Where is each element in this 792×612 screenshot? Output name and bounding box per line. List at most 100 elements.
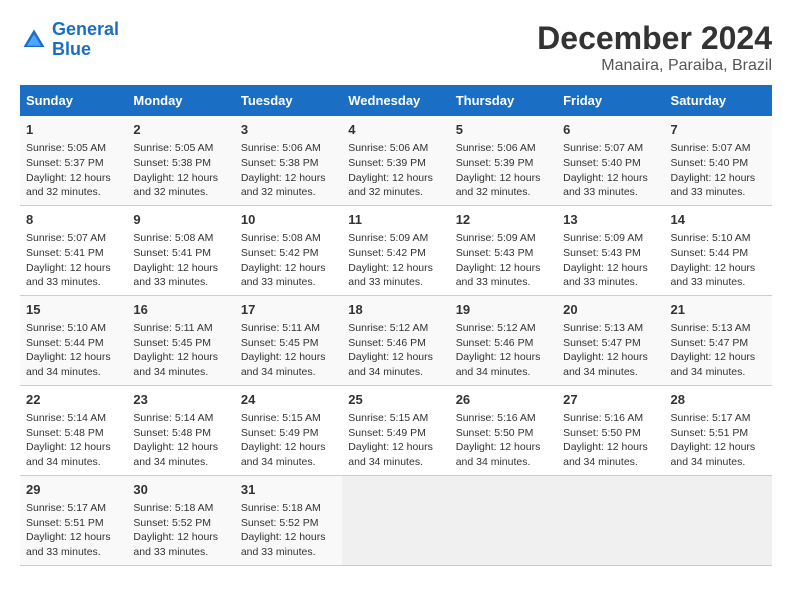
calendar-cell: 9Sunrise: 5:08 AMSunset: 5:41 PMDaylight… bbox=[127, 205, 234, 295]
header-cell-saturday: Saturday bbox=[665, 85, 772, 116]
calendar-cell: 11Sunrise: 5:09 AMSunset: 5:42 PMDayligh… bbox=[342, 205, 449, 295]
sunrise-label: Sunrise: 5:10 AM bbox=[26, 322, 106, 334]
day-number: 16 bbox=[133, 301, 228, 319]
sunrise-label: Sunrise: 5:06 AM bbox=[456, 142, 536, 154]
daylight-label: Daylight: 12 hours and 32 minutes. bbox=[241, 172, 326, 199]
subtitle: Manaira, Paraiba, Brazil bbox=[537, 57, 772, 75]
calendar-cell: 19Sunrise: 5:12 AMSunset: 5:46 PMDayligh… bbox=[450, 295, 557, 385]
sunrise-label: Sunrise: 5:11 AM bbox=[133, 322, 212, 334]
calendar-cell: 1Sunrise: 5:05 AMSunset: 5:37 PMDaylight… bbox=[20, 116, 127, 205]
sunrise-label: Sunrise: 5:09 AM bbox=[348, 232, 428, 244]
header-cell-tuesday: Tuesday bbox=[235, 85, 342, 116]
calendar-cell: 29Sunrise: 5:17 AMSunset: 5:51 PMDayligh… bbox=[20, 475, 127, 565]
day-number: 25 bbox=[348, 391, 443, 409]
daylight-label: Daylight: 12 hours and 34 minutes. bbox=[671, 351, 756, 378]
sunset-label: Sunset: 5:52 PM bbox=[241, 517, 319, 529]
daylight-label: Daylight: 12 hours and 32 minutes. bbox=[456, 172, 541, 199]
daylight-label: Daylight: 12 hours and 34 minutes. bbox=[241, 441, 326, 468]
sunset-label: Sunset: 5:48 PM bbox=[26, 427, 104, 439]
sunset-label: Sunset: 5:43 PM bbox=[563, 247, 641, 259]
calendar-cell bbox=[557, 475, 664, 565]
sunrise-label: Sunrise: 5:05 AM bbox=[26, 142, 106, 154]
daylight-label: Daylight: 12 hours and 34 minutes. bbox=[348, 441, 433, 468]
calendar-cell: 27Sunrise: 5:16 AMSunset: 5:50 PMDayligh… bbox=[557, 385, 664, 475]
day-number: 11 bbox=[348, 211, 443, 229]
sunrise-label: Sunrise: 5:16 AM bbox=[456, 412, 536, 424]
day-number: 10 bbox=[241, 211, 336, 229]
daylight-label: Daylight: 12 hours and 33 minutes. bbox=[563, 262, 648, 289]
calendar-cell: 17Sunrise: 5:11 AMSunset: 5:45 PMDayligh… bbox=[235, 295, 342, 385]
sunset-label: Sunset: 5:41 PM bbox=[133, 247, 211, 259]
calendar-cell: 25Sunrise: 5:15 AMSunset: 5:49 PMDayligh… bbox=[342, 385, 449, 475]
calendar-cell: 30Sunrise: 5:18 AMSunset: 5:52 PMDayligh… bbox=[127, 475, 234, 565]
day-number: 7 bbox=[671, 121, 766, 139]
day-number: 18 bbox=[348, 301, 443, 319]
calendar-cell: 23Sunrise: 5:14 AMSunset: 5:48 PMDayligh… bbox=[127, 385, 234, 475]
sunrise-label: Sunrise: 5:14 AM bbox=[26, 412, 106, 424]
header-cell-friday: Friday bbox=[557, 85, 664, 116]
sunrise-label: Sunrise: 5:12 AM bbox=[348, 322, 428, 334]
sunrise-label: Sunrise: 5:17 AM bbox=[26, 502, 106, 514]
sunset-label: Sunset: 5:41 PM bbox=[26, 247, 104, 259]
sunrise-label: Sunrise: 5:11 AM bbox=[241, 322, 320, 334]
day-number: 17 bbox=[241, 301, 336, 319]
sunset-label: Sunset: 5:47 PM bbox=[671, 337, 749, 349]
sunset-label: Sunset: 5:52 PM bbox=[133, 517, 211, 529]
calendar-cell: 10Sunrise: 5:08 AMSunset: 5:42 PMDayligh… bbox=[235, 205, 342, 295]
week-row-4: 22 Sunrise: 5:14 AM Sunset: 5:48 PM Dayligh… bbox=[20, 385, 772, 475]
calendar-cell: 8Sunrise: 5:07 AMSunset: 5:41 PMDaylight… bbox=[20, 205, 127, 295]
sunrise-label: Sunrise: 5:16 AM bbox=[563, 412, 643, 424]
calendar-cell: 31Sunrise: 5:18 AMSunset: 5:52 PMDayligh… bbox=[235, 475, 342, 565]
sunset-label: Sunset: 5:47 PM bbox=[563, 337, 641, 349]
day-number: 2 bbox=[133, 121, 228, 139]
day-number: 29 bbox=[26, 481, 121, 499]
day-number: 15 bbox=[26, 301, 121, 319]
calendar-cell: 3Sunrise: 5:06 AMSunset: 5:38 PMDaylight… bbox=[235, 116, 342, 205]
daylight-label: Daylight: 12 hours and 33 minutes. bbox=[563, 172, 648, 199]
calendar-cell: 7Sunrise: 5:07 AMSunset: 5:40 PMDaylight… bbox=[665, 116, 772, 205]
sunset-label: Sunset: 5:37 PM bbox=[26, 157, 104, 169]
day-number: 8 bbox=[26, 211, 121, 229]
day-number: 22 bbox=[26, 391, 121, 409]
daylight-label: Daylight: 12 hours and 34 minutes. bbox=[348, 351, 433, 378]
day-number: 6 bbox=[563, 121, 658, 139]
sunrise-label: Sunrise: 5:14 AM bbox=[133, 412, 213, 424]
day-number: 3 bbox=[241, 121, 336, 139]
daylight-label: Daylight: 12 hours and 34 minutes. bbox=[26, 351, 111, 378]
daylight-label: Daylight: 12 hours and 34 minutes. bbox=[133, 351, 218, 378]
calendar-cell: 26Sunrise: 5:16 AMSunset: 5:50 PMDayligh… bbox=[450, 385, 557, 475]
main-title: December 2024 bbox=[537, 20, 772, 57]
daylight-label: Daylight: 12 hours and 33 minutes. bbox=[241, 531, 326, 558]
calendar-cell: 24Sunrise: 5:15 AMSunset: 5:49 PMDayligh… bbox=[235, 385, 342, 475]
sunrise-label: Sunrise: 5:08 AM bbox=[241, 232, 321, 244]
calendar-cell: 6Sunrise: 5:07 AMSunset: 5:40 PMDaylight… bbox=[557, 116, 664, 205]
day-number: 28 bbox=[671, 391, 766, 409]
sunset-label: Sunset: 5:38 PM bbox=[241, 157, 319, 169]
daylight-label: Daylight: 12 hours and 33 minutes. bbox=[671, 172, 756, 199]
daylight-label: Daylight: 12 hours and 33 minutes. bbox=[348, 262, 433, 289]
calendar-cell: 28Sunrise: 5:17 AMSunset: 5:51 PMDayligh… bbox=[665, 385, 772, 475]
daylight-label: Daylight: 12 hours and 33 minutes. bbox=[671, 262, 756, 289]
day-number: 27 bbox=[563, 391, 658, 409]
sunrise-label: Sunrise: 5:08 AM bbox=[133, 232, 213, 244]
sunrise-label: Sunrise: 5:15 AM bbox=[348, 412, 428, 424]
day-number: 23 bbox=[133, 391, 228, 409]
calendar-table: SundayMondayTuesdayWednesdayThursdayFrid… bbox=[20, 85, 772, 566]
week-row-3: 15Sunrise: 5:10 AMSunset: 5:44 PMDayligh… bbox=[20, 295, 772, 385]
day-number: 31 bbox=[241, 481, 336, 499]
day-number: 24 bbox=[241, 391, 336, 409]
calendar-cell: 22Sunrise: 5:14 AMSunset: 5:48 PMDayligh… bbox=[20, 385, 127, 475]
sunset-label: Sunset: 5:42 PM bbox=[241, 247, 319, 259]
sunrise-label: Sunrise: 5:15 AM bbox=[241, 412, 321, 424]
daylight-label: Daylight: 12 hours and 34 minutes. bbox=[456, 441, 541, 468]
calendar-cell: 20Sunrise: 5:13 AMSunset: 5:47 PMDayligh… bbox=[557, 295, 664, 385]
sunset-label: Sunset: 5:40 PM bbox=[671, 157, 749, 169]
calendar-cell bbox=[450, 475, 557, 565]
sunrise-label: Sunrise: 5:09 AM bbox=[456, 232, 536, 244]
day-number: 9 bbox=[133, 211, 228, 229]
day-number: 20 bbox=[563, 301, 658, 319]
day-number: 21 bbox=[671, 301, 766, 319]
sunrise-label: Sunrise: 5:13 AM bbox=[671, 322, 751, 334]
sunrise-label: Sunrise: 5:05 AM bbox=[133, 142, 213, 154]
day-number: 30 bbox=[133, 481, 228, 499]
